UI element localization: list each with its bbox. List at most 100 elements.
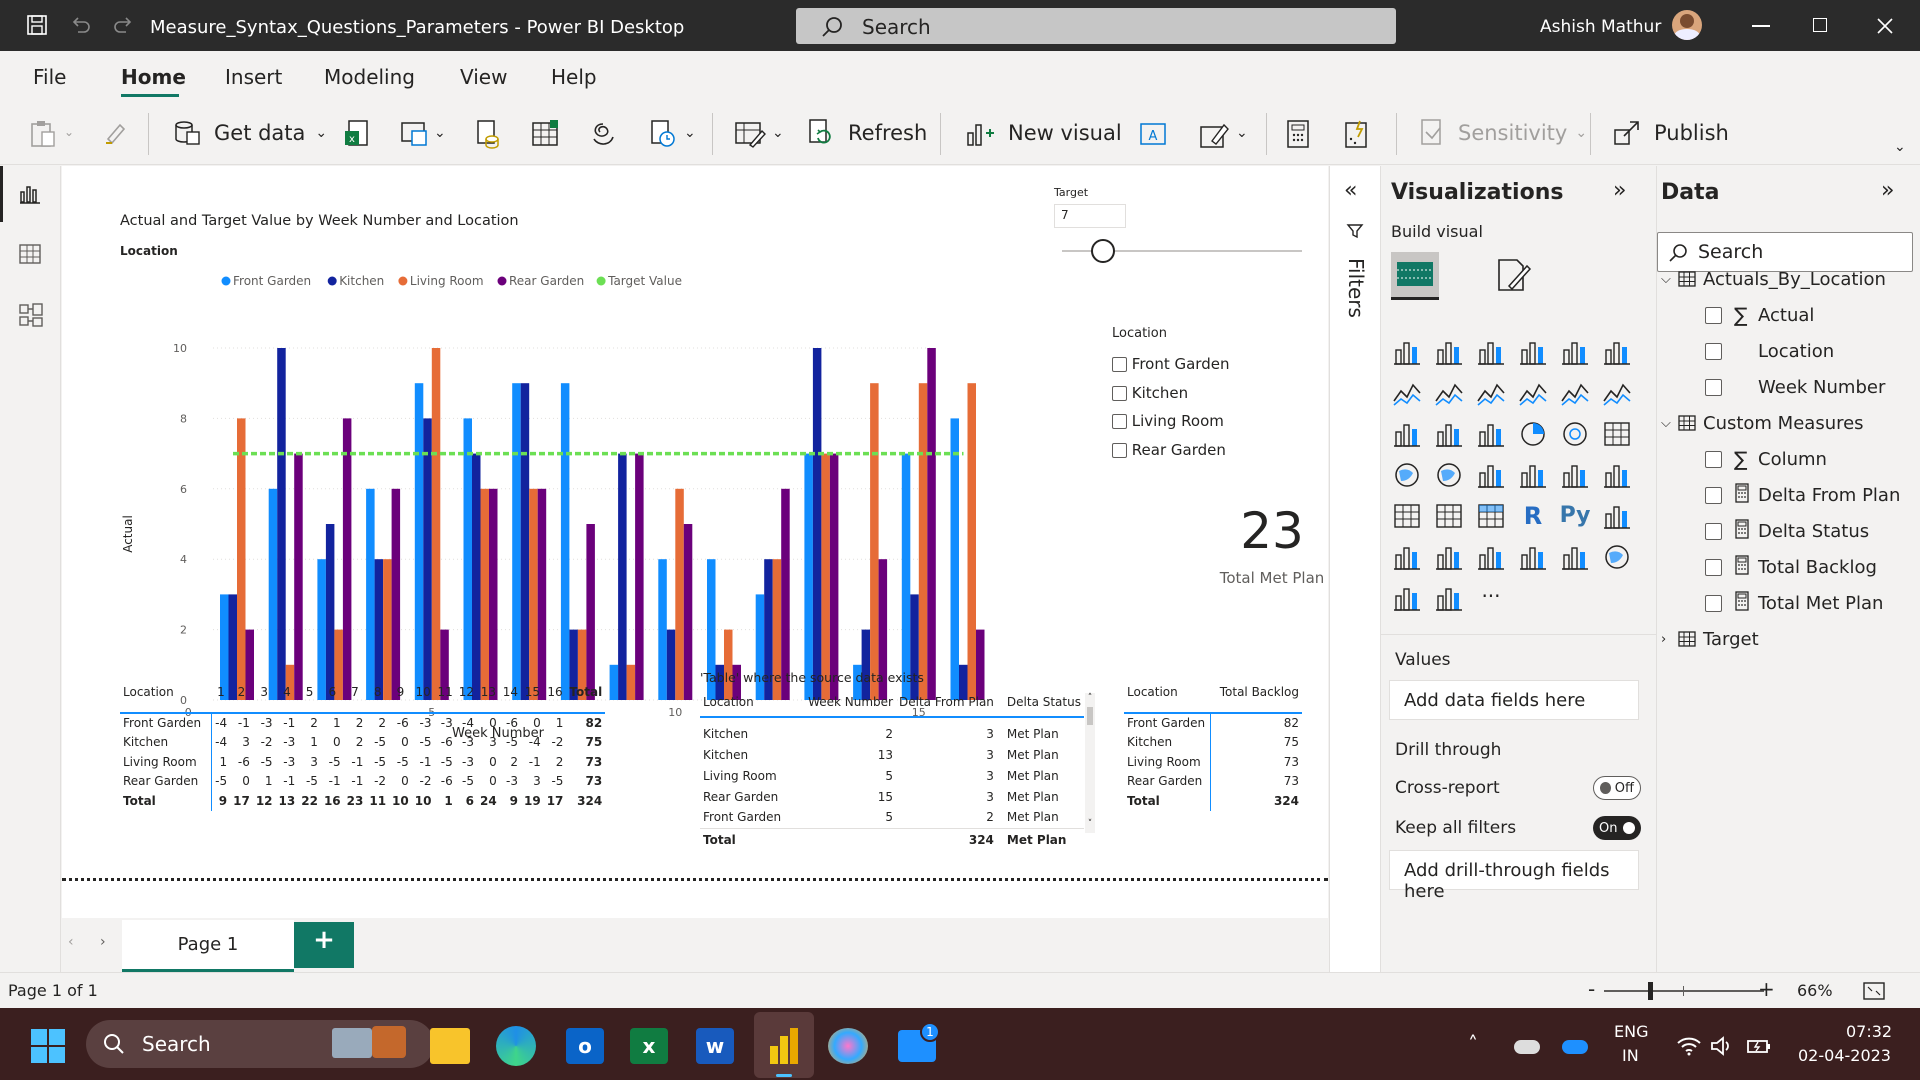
power-automate-icon[interactable] xyxy=(1433,582,1465,614)
python-visual-icon[interactable]: Py xyxy=(1559,500,1591,532)
bar[interactable] xyxy=(317,559,326,700)
sql-server-icon[interactable] xyxy=(474,119,502,149)
bar[interactable] xyxy=(512,383,521,700)
data-hub-icon[interactable] xyxy=(400,119,430,149)
matrix-row[interactable]: Front Garden -4 -1 -3 -1 2 1 2 2 -6 -3 -3 -4 0 -6 0 1 82 xyxy=(120,712,606,733)
bar[interactable] xyxy=(901,453,911,700)
backlog-total-row[interactable]: Total 324 xyxy=(1124,791,1302,811)
undo-icon[interactable] xyxy=(70,14,92,36)
add-drill-through-well[interactable]: Add drill-through fields here xyxy=(1389,850,1639,902)
map-icon[interactable] xyxy=(1391,459,1423,491)
bar[interactable] xyxy=(463,418,473,700)
azure-map-icon[interactable] xyxy=(1601,541,1633,573)
table-node-custom-measures[interactable]: ⌵ Custom Measures xyxy=(1661,410,1864,436)
stacked-area-chart-icon[interactable] xyxy=(1475,377,1507,409)
field-checkbox[interactable] xyxy=(1705,594,1722,612)
matrix-total-row[interactable]: Total 9 17 12 13 22 16 23 11 10 10 1 6 24 9 19 17 324 xyxy=(120,791,605,811)
delta-matrix[interactable]: Location 1 2 3 4 5 6 7 8 9 10 11 12 13 14 15 16 Total Fron… xyxy=(120,685,606,811)
line-stacked-column-icon[interactable] xyxy=(1559,377,1591,409)
wifi-icon[interactable] xyxy=(1676,1036,1702,1056)
source-row[interactable]: Living Room 5 3 Met Plan xyxy=(700,765,1084,786)
bar[interactable] xyxy=(618,453,627,700)
clock-time[interactable]: 07:32 xyxy=(1846,1022,1892,1041)
bar[interactable] xyxy=(529,488,538,700)
chevron-down-icon[interactable]: ⌵ xyxy=(1661,416,1677,431)
add-page-button[interactable]: + xyxy=(294,922,354,968)
ribbon-chart-icon[interactable] xyxy=(1601,377,1633,409)
bar[interactable] xyxy=(658,559,667,700)
bar[interactable] xyxy=(414,383,424,700)
ribbon-collapse-icon[interactable]: ⌄ xyxy=(1894,139,1906,155)
backlog-row[interactable]: Kitchen 75 xyxy=(1124,732,1302,752)
bar[interactable] xyxy=(325,524,335,700)
scroll-up-icon[interactable]: ˄ xyxy=(1085,693,1095,707)
backlog-row[interactable]: Living Room 73 xyxy=(1124,752,1302,772)
key-influencers-icon[interactable] xyxy=(1601,500,1633,532)
bar[interactable] xyxy=(683,524,693,700)
bar[interactable] xyxy=(927,348,936,700)
recent-sources-dropdown-icon[interactable]: ⌄ xyxy=(684,125,696,141)
backlog-table[interactable]: Location Total Backlog Front Garden 82 Kitch… xyxy=(1124,685,1302,811)
bar[interactable] xyxy=(829,453,839,700)
location-option-living-room[interactable]: Living Room xyxy=(1112,407,1229,436)
show-hidden-icons-icon[interactable]: ˄ xyxy=(1468,1032,1478,1056)
chevron-down-icon[interactable]: ⌵ xyxy=(1661,272,1677,287)
scroll-thumb[interactable] xyxy=(1087,707,1093,725)
model-view-icon[interactable] xyxy=(18,302,44,328)
paint-icon[interactable] xyxy=(828,1028,868,1064)
onedrive-personal-icon[interactable] xyxy=(1514,1040,1540,1054)
target-value-input[interactable]: 7 xyxy=(1054,204,1126,228)
report-view-icon[interactable] xyxy=(18,182,42,206)
expand-filters-icon[interactable]: « xyxy=(1344,178,1357,203)
scatter-chart-icon[interactable] xyxy=(1475,418,1507,450)
language-code[interactable]: ENG xyxy=(1614,1022,1648,1041)
add-data-fields-well[interactable]: Add data fields here xyxy=(1389,680,1639,720)
menu-home[interactable]: Home xyxy=(121,65,186,89)
bar[interactable] xyxy=(431,348,441,700)
zoom-in-button[interactable]: + xyxy=(1758,977,1775,1001)
field-column[interactable]: ∑ Column xyxy=(1705,446,1827,472)
checkbox[interactable] xyxy=(1112,442,1127,458)
field-location[interactable]: Location xyxy=(1705,338,1834,364)
bar[interactable] xyxy=(666,629,676,700)
checkbox[interactable] xyxy=(1112,357,1127,372)
matrix-header-row[interactable]: Location 1 2 3 4 5 6 7 8 9 10 11 12 13 14 15 16 Total xyxy=(120,685,605,713)
outlook-icon[interactable]: o xyxy=(566,1028,604,1064)
100-stacked-bar-icon[interactable] xyxy=(1559,336,1591,368)
recent-sources-icon[interactable] xyxy=(648,119,678,149)
format-visual-tab-icon[interactable] xyxy=(1493,256,1533,296)
source-row[interactable]: Kitchen 2 3 Met Plan xyxy=(700,723,1084,744)
bar[interactable] xyxy=(626,664,636,700)
region-code[interactable]: IN xyxy=(1622,1046,1639,1065)
zoom-out-button[interactable]: - xyxy=(1588,977,1595,1001)
new-measure-icon[interactable] xyxy=(1284,119,1312,149)
close-button[interactable] xyxy=(1876,17,1894,35)
word-icon[interactable]: w xyxy=(696,1028,734,1064)
scroll-down-icon[interactable]: ˅ xyxy=(1085,819,1095,833)
location-option-kitchen[interactable]: Kitchen xyxy=(1112,379,1229,408)
bar[interactable] xyxy=(480,488,490,700)
line-chart-icon[interactable] xyxy=(1391,377,1423,409)
file-explorer-icon[interactable] xyxy=(430,1028,470,1064)
bar[interactable] xyxy=(383,559,392,700)
bar[interactable] xyxy=(967,383,977,700)
field-checkbox[interactable] xyxy=(1705,522,1722,540)
matrix-row[interactable]: Living Room 1 -6 -5 -3 3 -5 -1 -5 -5 -1 -5 -3 0 2 -1 2 73 xyxy=(120,752,605,772)
field-checkbox[interactable] xyxy=(1705,306,1722,324)
filters-pane-collapsed[interactable]: « Filters xyxy=(1329,166,1381,972)
onedrive-business-icon[interactable] xyxy=(1562,1040,1588,1054)
bar[interactable] xyxy=(635,453,644,700)
taskbar-search[interactable]: Search xyxy=(86,1020,434,1068)
smart-narrative-icon[interactable] xyxy=(1475,541,1507,573)
publish-button[interactable]: Publish xyxy=(1612,115,1729,151)
sensitivity-button[interactable]: Sensitivity ⌄ xyxy=(1418,115,1587,151)
page-tab-1[interactable]: Page 1 xyxy=(122,920,294,972)
location-option-rear-garden[interactable]: Rear Garden xyxy=(1112,436,1229,465)
clock-date[interactable]: 02-04-2023 xyxy=(1798,1046,1891,1065)
field-total-met-plan[interactable]: Total Met Plan xyxy=(1705,590,1883,616)
checkbox[interactable] xyxy=(1112,414,1127,429)
line-clustered-column-icon[interactable] xyxy=(1517,377,1549,409)
stacked-column-chart-icon[interactable] xyxy=(1433,336,1465,368)
pie-chart-icon[interactable] xyxy=(1517,418,1549,450)
100-stacked-column-icon[interactable] xyxy=(1601,336,1633,368)
